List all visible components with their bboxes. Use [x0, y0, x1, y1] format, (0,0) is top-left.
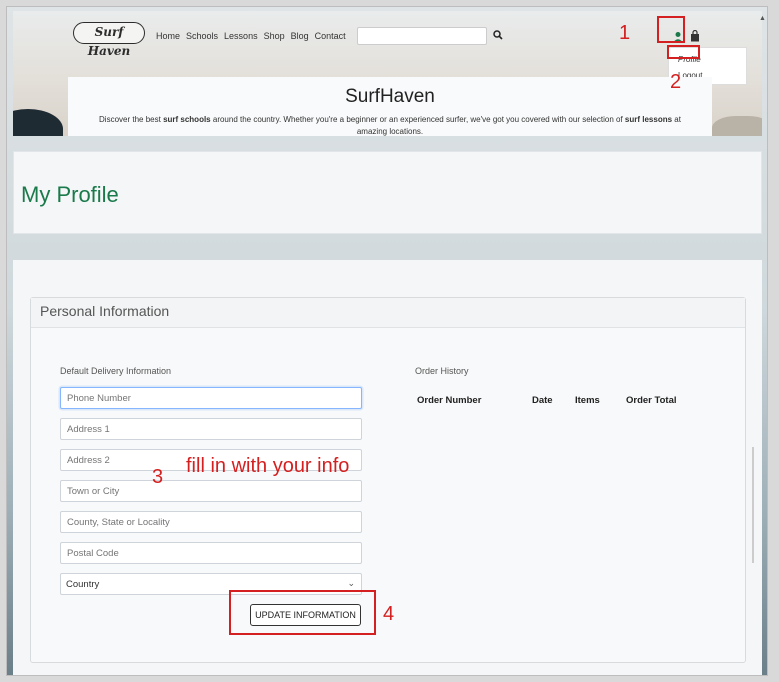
annotation-box-update-button: [229, 590, 376, 635]
site-logo[interactable]: Surf Haven: [73, 22, 145, 58]
tagline-bold: surf lessons: [624, 115, 673, 124]
nav-shop[interactable]: Shop: [264, 31, 285, 41]
hero-rock-decoration: [712, 116, 762, 136]
shopping-bag-icon[interactable]: [690, 30, 700, 42]
banner-tagline: Discover the best surf schools around th…: [98, 114, 682, 136]
address-1-field[interactable]: [60, 418, 362, 440]
chevron-down-icon: ⌄: [347, 578, 355, 588]
search-input[interactable]: [357, 27, 487, 45]
tagline-bold: surf schools: [163, 115, 211, 124]
annotation-step-1: 1: [619, 22, 631, 44]
order-col-number: Order Number: [417, 395, 482, 406]
page-heading-box: My Profile: [13, 151, 762, 234]
town-city-field[interactable]: [60, 480, 362, 502]
nav-blog[interactable]: Blog: [291, 31, 309, 41]
banner-title: SurfHaven: [345, 86, 435, 107]
country-select-value: Country: [66, 579, 100, 590]
search-icon[interactable]: [493, 30, 503, 40]
annotation-box-user-icon: [657, 16, 685, 43]
annotation-box-profile: [667, 45, 700, 59]
nav-schools[interactable]: Schools: [186, 31, 218, 41]
order-col-items: Items: [575, 395, 600, 406]
card-title: Personal Information: [31, 298, 745, 328]
tagline-part: Discover the best: [99, 115, 164, 124]
hero-banner: SurfHaven Discover the best surf schools…: [68, 77, 712, 136]
scroll-up-arrow-icon[interactable]: ▲: [759, 15, 766, 22]
main-nav: Home Schools Lessons Shop Blog Contact: [156, 31, 346, 41]
annotation-step-4: 4: [383, 603, 395, 625]
postal-code-field[interactable]: [60, 542, 362, 564]
nav-contact[interactable]: Contact: [315, 31, 346, 41]
tagline-part: around the country. Whether you're a beg…: [210, 115, 625, 124]
nav-home[interactable]: Home: [156, 31, 180, 41]
phone-number-field[interactable]: [60, 387, 362, 409]
hero-wave-decoration: [13, 109, 63, 136]
site-header: Surf Haven Home Schools Lessons Shop Blo…: [13, 11, 762, 136]
order-col-total: Order Total: [626, 395, 677, 406]
annotation-step-3-text: fill in with your info: [186, 455, 350, 477]
county-state-field[interactable]: [60, 511, 362, 533]
order-col-date: Date: [532, 395, 553, 406]
page-title: My Profile: [21, 182, 119, 207]
nav-lessons[interactable]: Lessons: [224, 31, 258, 41]
order-history-label: Order History: [415, 366, 469, 376]
scrollbar-track[interactable]: [752, 447, 754, 563]
annotation-step-2: 2: [670, 71, 682, 93]
screenshot-frame: Surf Haven Home Schools Lessons Shop Blo…: [6, 6, 768, 676]
annotation-step-3: 3: [152, 466, 164, 488]
delivery-section-label: Default Delivery Information: [60, 366, 172, 376]
